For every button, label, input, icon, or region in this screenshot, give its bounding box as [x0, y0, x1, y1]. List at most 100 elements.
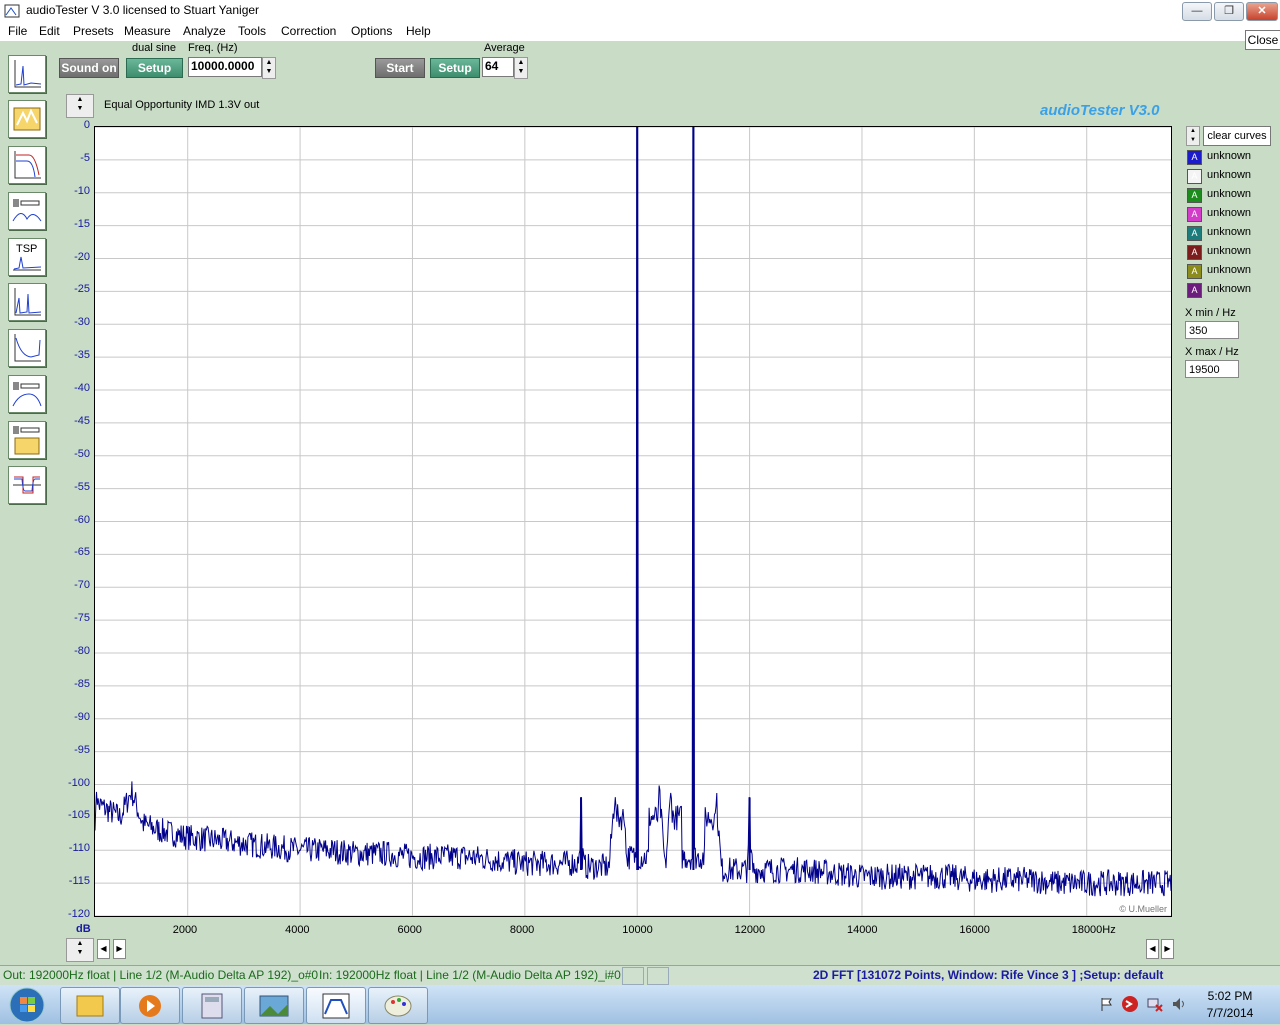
- taskbar-audiotester[interactable]: [306, 987, 366, 1024]
- legend-label: unknown: [1207, 150, 1252, 162]
- curves-spinner[interactable]: ▲ ▼: [1186, 126, 1200, 146]
- legend-color-swatch[interactable]: A: [1187, 207, 1202, 222]
- start-button[interactable]: Start: [375, 58, 425, 78]
- calculator-icon: [201, 993, 223, 1019]
- legend-color-swatch[interactable]: A: [1187, 226, 1202, 241]
- restore-button[interactable]: ❐: [1214, 2, 1244, 21]
- legend-label: unknown: [1207, 207, 1252, 219]
- security-icon[interactable]: [1121, 995, 1139, 1013]
- y-tick-label: -75: [74, 612, 90, 625]
- tsp-icon: TSP: [13, 243, 42, 271]
- taskbar-paint[interactable]: [368, 987, 428, 1024]
- paint-palette-icon: [384, 995, 412, 1017]
- legend-color-swatch[interactable]: A: [1187, 188, 1202, 203]
- xmin-label: X min / Hz: [1185, 307, 1236, 319]
- plot-area[interactable]: © U.Mueller: [94, 126, 1172, 917]
- close-button[interactable]: Close: [1245, 30, 1280, 50]
- xmin-input[interactable]: 350: [1185, 321, 1239, 339]
- taskbar-media[interactable]: [120, 987, 180, 1024]
- legend-label: unknown: [1207, 245, 1252, 257]
- copyright-label: © U.Mueller: [1119, 904, 1167, 914]
- sound-on-button[interactable]: Sound on: [59, 58, 119, 78]
- menu-file[interactable]: File: [6, 24, 29, 38]
- menu-correction[interactable]: Correction: [279, 24, 338, 38]
- y-tick-label: -5: [80, 151, 90, 164]
- legend-color-swatch[interactable]: A: [1187, 150, 1202, 165]
- brand-label: audioTester V3.0: [1040, 102, 1160, 119]
- average-label: Average: [484, 42, 525, 54]
- freq-input-box: [188, 57, 262, 77]
- scroll-right-button[interactable]: ▶: [113, 939, 126, 959]
- start-orb-icon[interactable]: [8, 986, 46, 1024]
- scroll-right-end-button[interactable]: ▶: [1161, 939, 1174, 959]
- spectrum-peaks-icon: [14, 288, 42, 316]
- average-input[interactable]: [483, 58, 513, 74]
- y-tick-label: -10: [74, 184, 90, 197]
- average-input-box: [482, 57, 514, 77]
- window-title: audioTester V 3.0 licensed to Stuart Yan…: [26, 3, 260, 17]
- menu-tools[interactable]: Tools: [236, 24, 268, 38]
- menu-analyze[interactable]: Analyze: [181, 24, 228, 38]
- freq-input[interactable]: [189, 58, 261, 74]
- menu-presets[interactable]: Presets: [71, 24, 116, 38]
- scroll-left-button[interactable]: ◀: [97, 939, 110, 959]
- clear-curves-button[interactable]: clear curves: [1203, 126, 1271, 146]
- folder-icon: [76, 995, 104, 1017]
- taskbar-photos[interactable]: [244, 987, 304, 1024]
- window-close-button[interactable]: ✕: [1246, 2, 1278, 21]
- menu-help[interactable]: Help: [404, 24, 433, 38]
- y-tick-label: -80: [74, 645, 90, 657]
- menu-measure[interactable]: Measure: [122, 24, 173, 38]
- taskbar-explorer[interactable]: [60, 987, 120, 1024]
- y-tick-label: -95: [74, 743, 90, 756]
- freq-spinner[interactable]: ▲ ▼: [262, 57, 276, 79]
- status-cell-1: [622, 967, 644, 985]
- speaker-book-tool-button[interactable]: [8, 421, 46, 459]
- y-tick-label: -50: [74, 447, 90, 460]
- volume-icon[interactable]: [1170, 995, 1188, 1013]
- clock-time[interactable]: 5:02 PM: [1200, 989, 1260, 1003]
- legend-color-swatch[interactable]: A: [1187, 245, 1202, 260]
- y-unit-label: dB: [76, 923, 91, 935]
- status-fft: 2D FFT [131072 Points, Window: Rife Vinc…: [813, 968, 1164, 982]
- spectrum2-tool-button[interactable]: [8, 283, 46, 321]
- average-spinner[interactable]: ▲ ▼: [514, 57, 528, 79]
- square-wave-icon: [13, 476, 41, 494]
- y-tick-label: -65: [74, 546, 90, 559]
- svg-text:TSP: TSP: [16, 243, 37, 255]
- legend-color-swatch[interactable]: A: [1187, 264, 1202, 279]
- taskbar-calculator[interactable]: [182, 987, 242, 1024]
- action-center-flag-icon[interactable]: [1098, 996, 1114, 1012]
- speaker-icon: [12, 199, 42, 222]
- legend-color-swatch[interactable]: A: [1187, 283, 1202, 298]
- square-wave-tool-button[interactable]: [8, 466, 46, 504]
- spectrum-chart: [94, 126, 1172, 917]
- speaker-tool-button[interactable]: [8, 192, 46, 230]
- speaker-response-tool-button[interactable]: [8, 375, 46, 413]
- frequency-response-tool-button[interactable]: [8, 146, 46, 184]
- caption-spinner[interactable]: ▲ ▼: [66, 94, 94, 118]
- legend-label: unknown: [1207, 226, 1252, 238]
- oscilloscope-tool-button[interactable]: [8, 100, 46, 138]
- x-tick-label: 18000Hz: [1071, 924, 1116, 936]
- legend-color-swatch[interactable]: A: [1187, 169, 1202, 184]
- scroll-left-end-button[interactable]: ◀: [1146, 939, 1159, 959]
- analyzer-setup-button[interactable]: Setup: [430, 58, 480, 78]
- plot-caption: Equal Opportunity IMD 1.3V out: [104, 99, 260, 111]
- signal-setup-button[interactable]: Setup: [126, 58, 183, 78]
- x-tick-label: 12000: [734, 924, 766, 936]
- minimize-button[interactable]: —: [1182, 2, 1212, 21]
- y-scale-spinner[interactable]: ▲ ▼: [66, 938, 94, 962]
- tsp-tool-button[interactable]: TSP: [8, 238, 46, 276]
- network-icon[interactable]: [1146, 995, 1164, 1013]
- legend-label: unknown: [1207, 264, 1252, 276]
- thd-tool-button[interactable]: [8, 329, 46, 367]
- x-tick-label: 16000: [959, 924, 990, 936]
- title-bar: audioTester V 3.0 licensed to Stuart Yan…: [0, 0, 1280, 22]
- xmax-input[interactable]: 19500: [1185, 360, 1239, 378]
- menu-options[interactable]: Options: [349, 24, 394, 38]
- clock-date[interactable]: 7/7/2014: [1200, 1006, 1260, 1020]
- menu-edit[interactable]: Edit: [37, 24, 62, 38]
- y-tick-label: 0: [83, 119, 90, 131]
- spectrum-tool-button[interactable]: [8, 55, 46, 93]
